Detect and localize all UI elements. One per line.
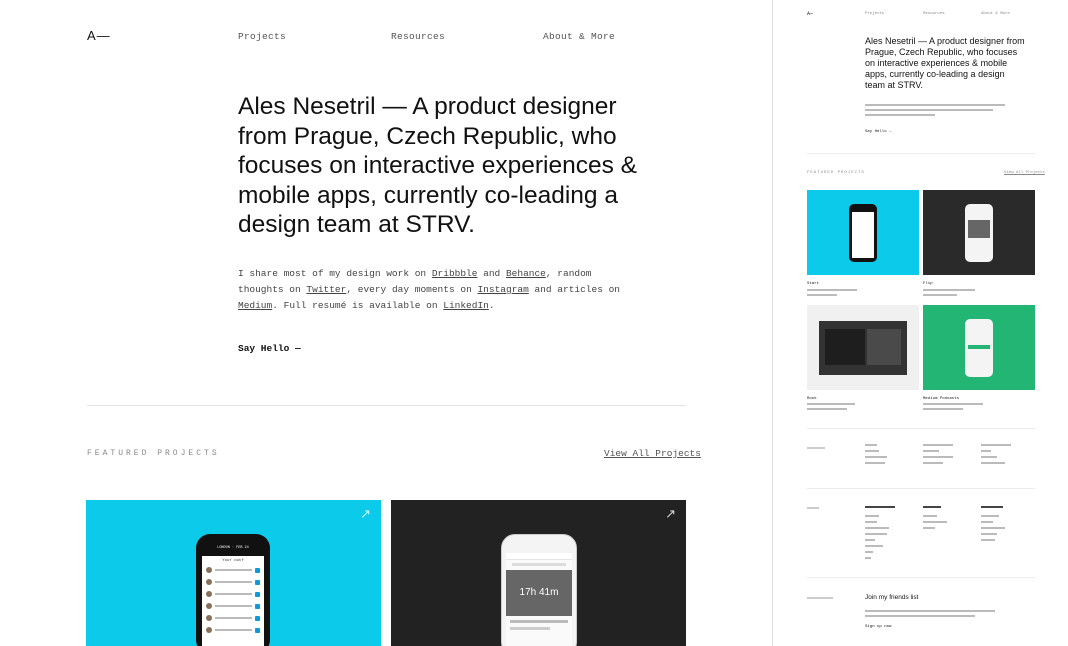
phone-header: LONDON · FEB 24 — [217, 546, 249, 550]
preview-join-title: Join my friends list — [865, 594, 919, 601]
hero-title: Ales Nesetril — A product designer from … — [238, 93, 638, 238]
preview-nav-projects: Projects — [865, 12, 885, 16]
section-divider — [87, 405, 686, 406]
link-behance[interactable]: Behance — [506, 268, 546, 279]
preview-tile-medium-name: Medium Podcasts — [923, 397, 960, 401]
link-instagram[interactable]: Instagram — [477, 284, 528, 295]
preview-logo: A— — [807, 11, 814, 17]
nav-projects[interactable]: Projects — [238, 31, 286, 42]
project-card-flip[interactable]: ↗ 17h 41m — [391, 500, 686, 646]
intro-text: I share most of my design work on — [238, 268, 432, 279]
project-card-start[interactable]: ↗ Your outf LONDON · FEB 24 — [86, 500, 381, 646]
intro-text: and — [477, 268, 506, 279]
preview-tile-start-name: Start — [807, 282, 820, 286]
site-logo[interactable]: A— — [87, 28, 111, 43]
intro-paragraph: I share most of my design work on Dribbb… — [238, 266, 638, 314]
preview-tile-rook — [807, 305, 919, 390]
link-linkedin[interactable]: LinkedIn — [443, 300, 489, 311]
external-arrow-icon: ↗ — [360, 506, 371, 521]
page-preview-thumbnail: A— Projects Resources About & More Ales … — [773, 0, 1068, 646]
phone-title: Your outf — [222, 559, 244, 563]
intro-text: and articles on — [528, 284, 620, 295]
preview-tile-medium-podcasts — [923, 305, 1035, 390]
preview-signup: Sign up now — [865, 625, 892, 629]
intro-text: . Full resumé is available on — [272, 300, 444, 311]
intro-text: . — [488, 300, 495, 311]
preview-say-hello: Say Hello → — [865, 130, 892, 134]
link-dribbble[interactable]: Dribbble — [432, 268, 478, 279]
preview-nav-about: About & More — [981, 12, 1010, 16]
nav-about[interactable]: About & More — [543, 31, 615, 42]
preview-tile-flip-name: Flip — [923, 282, 933, 286]
preview-tile-flip — [923, 190, 1035, 275]
view-all-projects-link[interactable]: View All Projects — [604, 448, 701, 459]
phone-screen: 17h 41m — [506, 553, 572, 646]
intro-text: , every day moments on — [346, 284, 478, 295]
phone-mockup: Your outf LONDON · FEB 24 — [196, 534, 270, 646]
main-page: A— Projects Resources About & More Ales … — [0, 0, 772, 646]
phone-screen: Your outf — [202, 556, 264, 646]
preview-view-all: View All Projects — [1004, 171, 1045, 175]
featured-projects-label: FEATURED PROJECTS — [87, 449, 220, 458]
external-arrow-icon: ↗ — [665, 506, 676, 521]
preview-featured-label: FEATURED PROJECTS — [807, 171, 865, 175]
preview-tile-rook-name: Rook — [807, 397, 817, 401]
link-twitter[interactable]: Twitter — [306, 284, 346, 295]
link-medium[interactable]: Medium — [238, 300, 272, 311]
phone-mockup: 17h 41m — [501, 534, 577, 646]
preview-tile-start — [807, 190, 919, 275]
preview-nav-resources: Resources — [923, 12, 945, 16]
say-hello-link[interactable]: Say Hello — — [238, 343, 301, 354]
stat-display: 17h 41m — [506, 570, 572, 616]
nav-resources[interactable]: Resources — [391, 31, 445, 42]
preview-hero-title: Ales Nesetril — A product designer from … — [865, 36, 1025, 90]
